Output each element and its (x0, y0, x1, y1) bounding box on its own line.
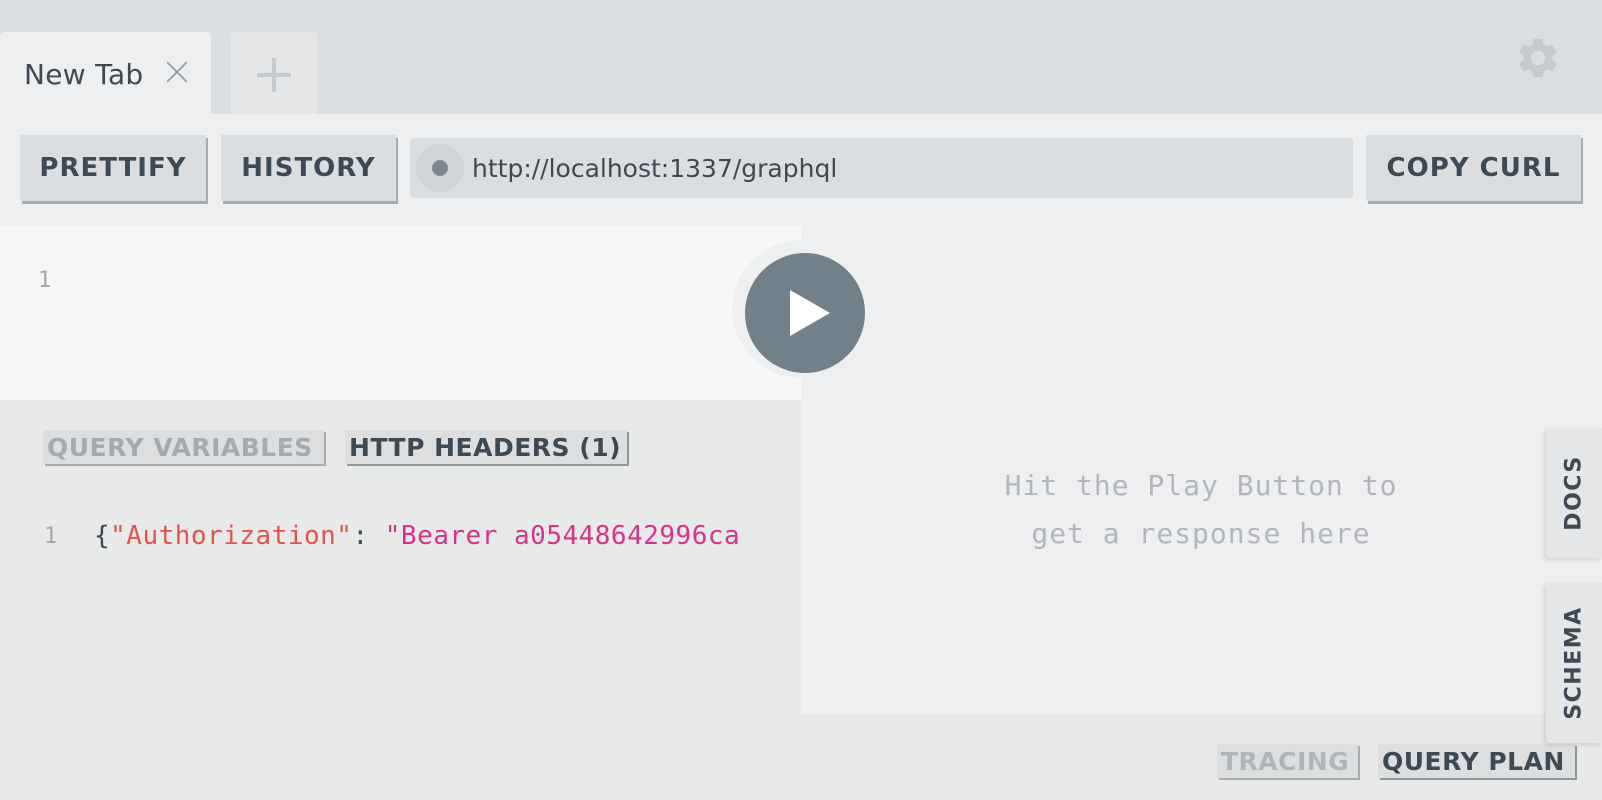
result-hint-line: Hit the Play Button to (1004, 469, 1398, 502)
copy-curl-button[interactable]: COPY CURL (1366, 135, 1581, 201)
tab-new-tab[interactable]: New Tab (0, 32, 211, 114)
query-editor[interactable]: 1 (0, 226, 801, 400)
schema-tab[interactable]: SCHEMA (1546, 583, 1602, 743)
result-placeholder: Hit the Play Button to get a response he… (951, 462, 1451, 558)
tab-title: New Tab (24, 58, 144, 91)
line-number: 1 (38, 268, 52, 293)
tab-query-plan[interactable]: QUERY PLAN (1378, 744, 1575, 778)
tab-http-headers[interactable]: HTTP HEADERS (1) (345, 430, 627, 464)
variables-panel: QUERY VARIABLES HTTP HEADERS (1) 1 {"Aut… (0, 400, 801, 800)
status-dot-icon (416, 144, 464, 192)
tab-query-variables[interactable]: QUERY VARIABLES (43, 430, 324, 464)
prettify-button[interactable]: PRETTIFY (20, 135, 206, 201)
headers-editor-line[interactable]: {"Authorization": "Bearer a05448642996ca (94, 521, 801, 551)
docs-tab-label: DOCS (1561, 455, 1587, 531)
toolbar: PRETTIFY HISTORY http://localhost:1337/g… (0, 114, 1602, 226)
tab-bar: New Tab (0, 0, 1602, 114)
run-query-button[interactable] (745, 253, 865, 373)
history-button[interactable]: HISTORY (221, 135, 396, 201)
close-icon[interactable] (163, 58, 191, 86)
json-brace: { (94, 521, 111, 551)
add-tab-button[interactable] (231, 32, 317, 114)
result-panel[interactable]: Hit the Play Button to get a response he… (801, 226, 1602, 714)
endpoint-url: http://localhost:1337/graphql (472, 154, 838, 183)
docs-tab[interactable]: DOCS (1546, 428, 1602, 558)
result-hint-line: get a response here (1031, 517, 1371, 550)
play-icon (790, 290, 830, 336)
tab-tracing[interactable]: TRACING (1217, 744, 1358, 778)
result-footer: TRACING QUERY PLAN (801, 714, 1602, 800)
line-number: 1 (44, 524, 58, 549)
json-colon: : (352, 521, 385, 551)
endpoint-url-input[interactable]: http://localhost:1337/graphql (410, 138, 1353, 198)
schema-tab-label: SCHEMA (1561, 606, 1587, 720)
json-key: "Authorization" (110, 521, 353, 551)
gear-icon[interactable] (1514, 34, 1562, 82)
json-value: "Bearer a05448642996ca (384, 521, 741, 551)
status-dot (432, 160, 448, 176)
